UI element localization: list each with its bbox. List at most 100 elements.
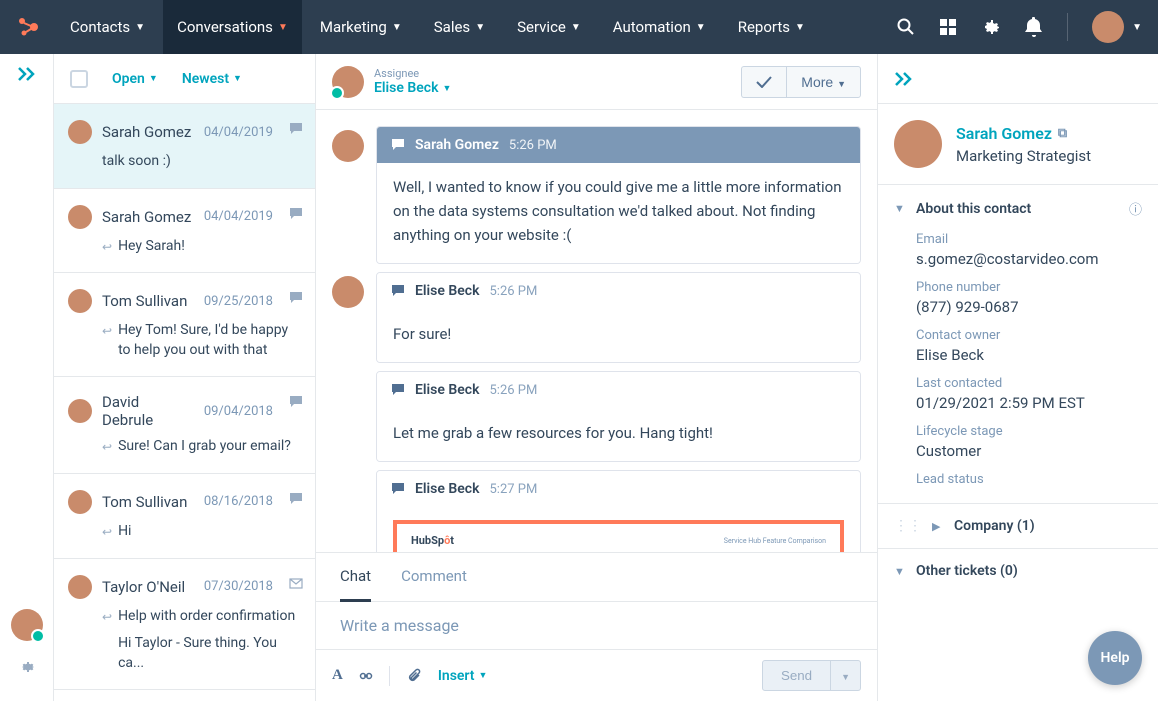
property-label: Lead status: [916, 472, 1142, 487]
link-icon[interactable]: [359, 669, 373, 683]
hubspot-logo[interactable]: [16, 15, 40, 39]
chevron-down-icon: ▼: [149, 73, 158, 84]
select-all-checkbox[interactable]: [70, 70, 88, 88]
chevron-down-icon: ▼: [894, 565, 906, 578]
contact-name: Tom Sullivan: [102, 292, 194, 310]
nav-sales[interactable]: Sales▼: [420, 0, 499, 54]
chat-icon: [289, 207, 303, 225]
mark-done-button[interactable]: [741, 66, 786, 98]
chevron-down-icon: ▼: [837, 79, 846, 89]
rail-settings-icon[interactable]: [17, 657, 37, 677]
expand-sidebar-icon[interactable]: [17, 66, 37, 82]
chevron-down-icon: ▼: [894, 202, 906, 215]
conversation-item[interactable]: Tom Sullivan08/16/2018↩Hi: [54, 474, 315, 559]
chat-icon: [289, 492, 303, 510]
reply-icon: ↩: [102, 239, 112, 256]
property-label: Last contacted: [916, 376, 1142, 391]
tab-chat[interactable]: Chat: [340, 553, 371, 602]
message-sender: Sarah Gomez: [415, 137, 499, 153]
attachment-preview[interactable]: HubSpôtService Hub Feature ComparisonSER…: [393, 520, 844, 552]
conversation-item[interactable]: Sarah Gomez04/04/2019↩Hey Sarah!: [54, 189, 315, 274]
date: 09/04/2018: [204, 404, 273, 419]
message-bubble: Elise Beck 5:27 PM HubSpôtService Hub Feat…: [376, 470, 861, 552]
assignee-avatar: [332, 66, 364, 98]
more-button[interactable]: More ▼: [786, 66, 861, 98]
nav-marketing[interactable]: Marketing▼: [306, 0, 416, 54]
chevron-down-icon: ▼: [841, 672, 850, 682]
thread-header: Assignee Elise Beck▼ More ▼: [316, 54, 877, 110]
messages-area: Sarah Gomez5:26 PMWell, I wanted to know…: [316, 110, 877, 552]
chevron-down-icon: ▼: [475, 22, 485, 33]
nav-contacts[interactable]: Contacts▼: [56, 0, 159, 54]
account-menu[interactable]: ▼: [1092, 11, 1142, 43]
conversation-item[interactable]: Sarah Gomez04/04/2019talk soon :): [54, 104, 315, 189]
chat-icon: [289, 291, 303, 309]
avatar: [68, 575, 92, 599]
property-value: (877) 929-0687: [916, 298, 1142, 316]
tab-comment[interactable]: Comment: [401, 553, 467, 601]
date: 09/25/2018: [204, 294, 273, 309]
assignee-picker[interactable]: Elise Beck▼: [374, 80, 451, 96]
thread-panel: Assignee Elise Beck▼ More ▼ Sarah Gomez5…: [316, 54, 878, 701]
send-dropdown[interactable]: ▼: [831, 660, 861, 691]
contact-panel: Sarah Gomez⧉ Marketing Strategist ▼ Abou…: [878, 54, 1158, 701]
chevron-down-icon: ▼: [443, 83, 452, 94]
notifications-icon[interactable]: [1025, 17, 1043, 37]
message-time: 5:26 PM: [490, 284, 538, 299]
composer: Chat Comment Write a message A Insert▼ S…: [316, 552, 877, 701]
nav-reports[interactable]: Reports▼: [724, 0, 819, 54]
date: 07/30/2018: [204, 579, 273, 594]
chevron-down-icon: ▼: [1132, 22, 1142, 33]
attachment-icon[interactable]: [406, 668, 422, 684]
nav-automation[interactable]: Automation▼: [599, 0, 720, 54]
collapse-panel-icon[interactable]: [894, 71, 914, 87]
chevron-down-icon: ▼: [571, 22, 581, 33]
assignee-label: Assignee: [374, 67, 451, 80]
current-user-avatar[interactable]: [11, 609, 43, 641]
chevron-down-icon: ▼: [278, 22, 288, 33]
contact-name-link[interactable]: Sarah Gomez⧉: [956, 124, 1091, 143]
message-body: Let me grab a few resources for you. Han…: [377, 409, 860, 461]
message-input[interactable]: Write a message: [316, 602, 877, 649]
message-time: 5:27 PM: [490, 482, 538, 497]
section-company-toggle[interactable]: ⋮⋮ ▶ Company (1): [878, 504, 1158, 548]
conversation-item[interactable]: Taylor O'Neil07/30/2018↩Help with order …: [54, 559, 315, 691]
chat-icon: [289, 395, 303, 413]
conversation-item[interactable]: David Debrule09/04/2018↩Sure! Can I grab…: [54, 377, 315, 474]
nav-conversations[interactable]: Conversations▼: [163, 0, 302, 54]
message-bubble: Elise Beck5:26 PMLet me grab a few resou…: [376, 371, 861, 462]
drag-handle-icon[interactable]: ⋮⋮: [894, 518, 922, 534]
chat-icon: [289, 122, 303, 140]
section-tickets-toggle[interactable]: ▼ Other tickets (0): [878, 549, 1158, 593]
sort-filter[interactable]: Newest▼: [182, 71, 242, 87]
message-bubble: Elise Beck5:26 PMFor sure!: [376, 272, 861, 363]
send-button[interactable]: Send: [762, 660, 831, 691]
list-header: Open▼ Newest▼: [54, 54, 315, 104]
contact-name: Sarah Gomez: [102, 123, 194, 141]
chevron-right-icon: ▶: [932, 520, 944, 533]
nav-left: Contacts▼ Conversations▼ Marketing▼ Sale…: [16, 0, 819, 54]
nav-right: ▼: [897, 11, 1142, 43]
search-icon[interactable]: [897, 18, 915, 36]
chevron-down-icon: ▼: [135, 22, 145, 33]
help-button[interactable]: Help: [1088, 631, 1142, 685]
left-rail: [0, 54, 54, 701]
property-label: Email: [916, 232, 1142, 247]
message-sender: Elise Beck: [415, 382, 480, 398]
date: 04/04/2019: [204, 209, 273, 224]
nav-service[interactable]: Service▼: [503, 0, 595, 54]
conversation-item[interactable]: Tom Sullivan09/25/2018↩Hey Tom! Sure, I'…: [54, 273, 315, 377]
chevron-down-icon: ▼: [233, 73, 242, 84]
contact-avatar: [894, 120, 942, 168]
insert-button[interactable]: Insert▼: [438, 668, 488, 684]
property-label: Lifecycle stage: [916, 424, 1142, 439]
property-value: Customer: [916, 442, 1142, 460]
font-icon[interactable]: A: [332, 667, 343, 684]
settings-icon[interactable]: [981, 17, 1001, 37]
status-filter[interactable]: Open▼: [112, 71, 158, 87]
avatar: [68, 120, 92, 144]
message-sender: Elise Beck: [415, 481, 480, 497]
section-about-toggle[interactable]: ▼ About this contact ⓘ: [878, 185, 1158, 232]
avatar: [68, 490, 92, 514]
marketplace-icon[interactable]: [939, 18, 957, 36]
